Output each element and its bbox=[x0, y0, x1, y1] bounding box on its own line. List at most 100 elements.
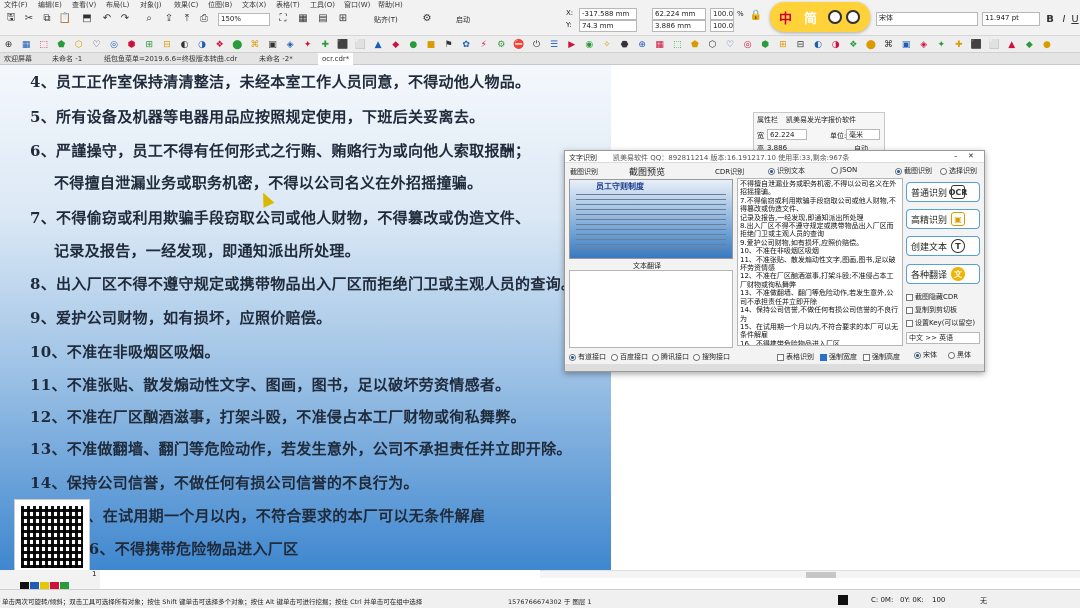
copy-icon[interactable]: ⧉ bbox=[40, 11, 54, 25]
plugin-tool-icon[interactable]: ⚡ bbox=[477, 38, 490, 51]
plugin-tool-icon[interactable]: ⊕ bbox=[636, 38, 649, 51]
full-screen-icon[interactable]: ⛶ bbox=[276, 11, 290, 25]
plugin-tool-icon[interactable]: ⬢ bbox=[759, 38, 772, 51]
chk-copy-clipboard[interactable]: 复制到剪切板 bbox=[906, 305, 957, 315]
api-tencent[interactable]: 腾讯接口 bbox=[652, 352, 689, 362]
mode-select[interactable]: 选择识别 bbox=[940, 166, 977, 176]
plugin-tool-icon[interactable]: ■ bbox=[424, 38, 437, 51]
plugin-tool-icon[interactable]: ⊟ bbox=[794, 38, 807, 51]
plugin-tool-icon[interactable]: ⬤ bbox=[864, 38, 877, 51]
menu-item-1[interactable]: 编辑(E) bbox=[38, 0, 62, 9]
unit-select[interactable]: 毫米 bbox=[846, 129, 880, 140]
plugin-tool-icon[interactable]: ▶ bbox=[565, 38, 578, 51]
tab-untitled-1[interactable]: 未命名 -1 bbox=[48, 53, 86, 65]
redo-icon[interactable]: ↷ bbox=[118, 11, 132, 25]
plugin-tool-icon[interactable]: ▲ bbox=[1005, 38, 1018, 51]
doc-line-13[interactable]: 13、不准做翻墙、翻门等危险动作，若发生意外，公司不承担责任并立即开除。 bbox=[30, 438, 572, 459]
undo-icon[interactable]: ↶ bbox=[100, 11, 114, 25]
ime-simplified-label[interactable]: 简 bbox=[804, 8, 817, 27]
menu-item-5[interactable]: 效果(C) bbox=[174, 0, 198, 9]
plugin-tool-icon[interactable]: ▣ bbox=[900, 38, 913, 51]
plugin-tool-icon[interactable]: ▣ bbox=[266, 38, 279, 51]
scale-width-field[interactable]: 100.0 bbox=[710, 8, 734, 20]
menu-item-6[interactable]: 位图(B) bbox=[208, 0, 232, 9]
chk-set-key[interactable]: 设置Key(可以留空) bbox=[906, 318, 975, 328]
zoom-select[interactable]: 150% bbox=[218, 13, 270, 26]
font-hei-radio[interactable]: 黑体 bbox=[948, 350, 971, 360]
ocr-result-textarea[interactable]: 不得擅自泄漏业务或职务机密,不得以公司名义在外招摇撞骗。 7.不得偷窃或利用欺骗… bbox=[737, 178, 903, 346]
chk-force-width[interactable]: 强制宽度 bbox=[820, 352, 857, 362]
prop-width-field[interactable]: 62.224 bbox=[767, 129, 807, 140]
doc-line-16[interactable]: 16、不得携带危险物品进入厂区 bbox=[78, 538, 298, 559]
plugin-tool-icon[interactable]: ⚑ bbox=[442, 38, 455, 51]
plugin-tool-icon[interactable]: ⬡ bbox=[72, 38, 85, 51]
plugin-tool-icon[interactable]: ⬜ bbox=[988, 38, 1001, 51]
tab-cdr[interactable]: CDR识别 bbox=[715, 167, 744, 177]
plugin-tool-icon[interactable]: ◎ bbox=[741, 38, 754, 51]
plugin-tool-icon[interactable]: ❖ bbox=[847, 38, 860, 51]
guides-icon[interactable]: ⊞ bbox=[336, 11, 350, 25]
close-icon[interactable]: ✕ bbox=[968, 152, 974, 160]
bold-icon[interactable]: B bbox=[1044, 12, 1056, 26]
import-icon[interactable]: ⬒ bbox=[80, 11, 94, 25]
rulers-icon[interactable]: ▦ bbox=[296, 11, 310, 25]
plugin-tool-icon[interactable]: ◈ bbox=[917, 38, 930, 51]
y-position-field[interactable]: 74.3 mm bbox=[579, 20, 637, 32]
doc-line-15[interactable]: 15、在试用期一个月以内，不符合要求的本厂可以无条件解雇 bbox=[66, 505, 485, 526]
plugin-tool-icon[interactable]: ⛔ bbox=[512, 38, 525, 51]
plugin-tool-icon[interactable]: ✦ bbox=[935, 38, 948, 51]
plugin-tool-icon[interactable]: ⬚ bbox=[37, 38, 50, 51]
opt-recognize-text[interactable]: 识别文本 bbox=[768, 166, 805, 176]
plugin-tool-icon[interactable]: ⏻ bbox=[530, 38, 543, 51]
plugin-tool-icon[interactable]: ⊕ bbox=[2, 38, 15, 51]
plugin-tool-icon[interactable]: ● bbox=[407, 38, 420, 51]
plugin-tool-icon[interactable]: ⬡ bbox=[706, 38, 719, 51]
plugin-tool-icon[interactable]: ▦ bbox=[653, 38, 666, 51]
tab-preview[interactable]: 截图预览 bbox=[629, 165, 665, 178]
hd-ocr-button[interactable]: 高精识别 ▣ bbox=[906, 209, 980, 229]
plugin-tool-icon[interactable]: ▲ bbox=[372, 38, 385, 51]
doc-line-9[interactable]: 9、爱护公司财物，如有损坏，应照价赔偿。 bbox=[30, 307, 331, 328]
chk-table[interactable]: 表格识别 bbox=[777, 352, 814, 362]
doc-line-8[interactable]: 8、出入厂区不得不遵守规定或携带物品出入厂区而拒绝门卫或主观人员的查询。 bbox=[30, 273, 576, 294]
plugin-tool-icon[interactable]: ⬟ bbox=[55, 38, 68, 51]
api-youdao[interactable]: 有道接口 bbox=[569, 352, 606, 362]
ime-chinese-label[interactable]: 中 bbox=[779, 8, 792, 27]
translation-textarea[interactable] bbox=[569, 270, 733, 348]
plugin-tool-icon[interactable]: ◈ bbox=[284, 38, 297, 51]
plugin-tool-icon[interactable]: ● bbox=[1040, 38, 1053, 51]
plugin-tool-icon[interactable]: ✚ bbox=[952, 38, 965, 51]
input-method-widget[interactable]: 中 简 bbox=[770, 2, 870, 32]
plugin-tool-icon[interactable]: ⬤ bbox=[231, 38, 244, 51]
plugin-tool-icon[interactable]: ☰ bbox=[548, 38, 561, 51]
italic-icon[interactable]: I bbox=[1058, 12, 1070, 26]
chk-capture-hide-cdr[interactable]: 截图隐藏CDR bbox=[906, 292, 958, 302]
underline-icon[interactable]: U bbox=[1070, 12, 1080, 26]
create-text-button[interactable]: 创建文本 T bbox=[906, 236, 980, 256]
plugin-tool-icon[interactable]: ⬛ bbox=[336, 38, 349, 51]
doc-line-14[interactable]: 14、保持公司信誉，不做任何有损公司信誉的不良行为。 bbox=[30, 472, 419, 493]
chk-force-height[interactable]: 强制高度 bbox=[863, 352, 900, 362]
plugin-tool-icon[interactable]: ⚙ bbox=[495, 38, 508, 51]
horizontal-scrollbar[interactable] bbox=[540, 570, 1080, 578]
font-name-select[interactable]: 宋体 bbox=[876, 12, 978, 26]
doc-line-5[interactable]: 5、所有设备及机器等电器用品应按照规定使用，下班后关妥离去。 bbox=[30, 106, 484, 127]
pdf-icon[interactable]: ⎙ bbox=[197, 11, 211, 25]
plugin-tool-icon[interactable]: ✿ bbox=[460, 38, 473, 51]
api-sogou[interactable]: 搜狗接口 bbox=[693, 352, 730, 362]
plugin-tool-icon[interactable]: ◆ bbox=[389, 38, 402, 51]
plugin-tool-icon[interactable]: ⌘ bbox=[882, 38, 895, 51]
plugin-tool-icon[interactable]: ⊞ bbox=[143, 38, 156, 51]
width-field[interactable]: 62.224 mm bbox=[652, 8, 706, 20]
menu-item-0[interactable]: 文件(F) bbox=[4, 0, 28, 9]
plugin-tool-icon[interactable]: ⬜ bbox=[354, 38, 367, 51]
mode-capture[interactable]: 截图识别 bbox=[895, 166, 932, 176]
plugin-tool-icon[interactable]: ◐ bbox=[178, 38, 191, 51]
normal-ocr-button[interactable]: 普通识别 OCR bbox=[906, 182, 980, 202]
doc-line-12[interactable]: 12、不准在厂区酗酒滋事，打架斗殴，不准侵占本工厂财物或徇私舞弊。 bbox=[30, 406, 526, 427]
font-size-select[interactable]: 11.947 pt bbox=[982, 12, 1040, 26]
doc-line-7b[interactable]: 记录及报告，一经发现，即通知派出所处理。 bbox=[54, 240, 360, 261]
plugin-tool-icon[interactable]: ◎ bbox=[108, 38, 121, 51]
tab-untitled-2[interactable]: 未命名 -2* bbox=[255, 53, 297, 65]
doc-line-10[interactable]: 10、不准在非吸烟区吸烟。 bbox=[30, 341, 220, 362]
